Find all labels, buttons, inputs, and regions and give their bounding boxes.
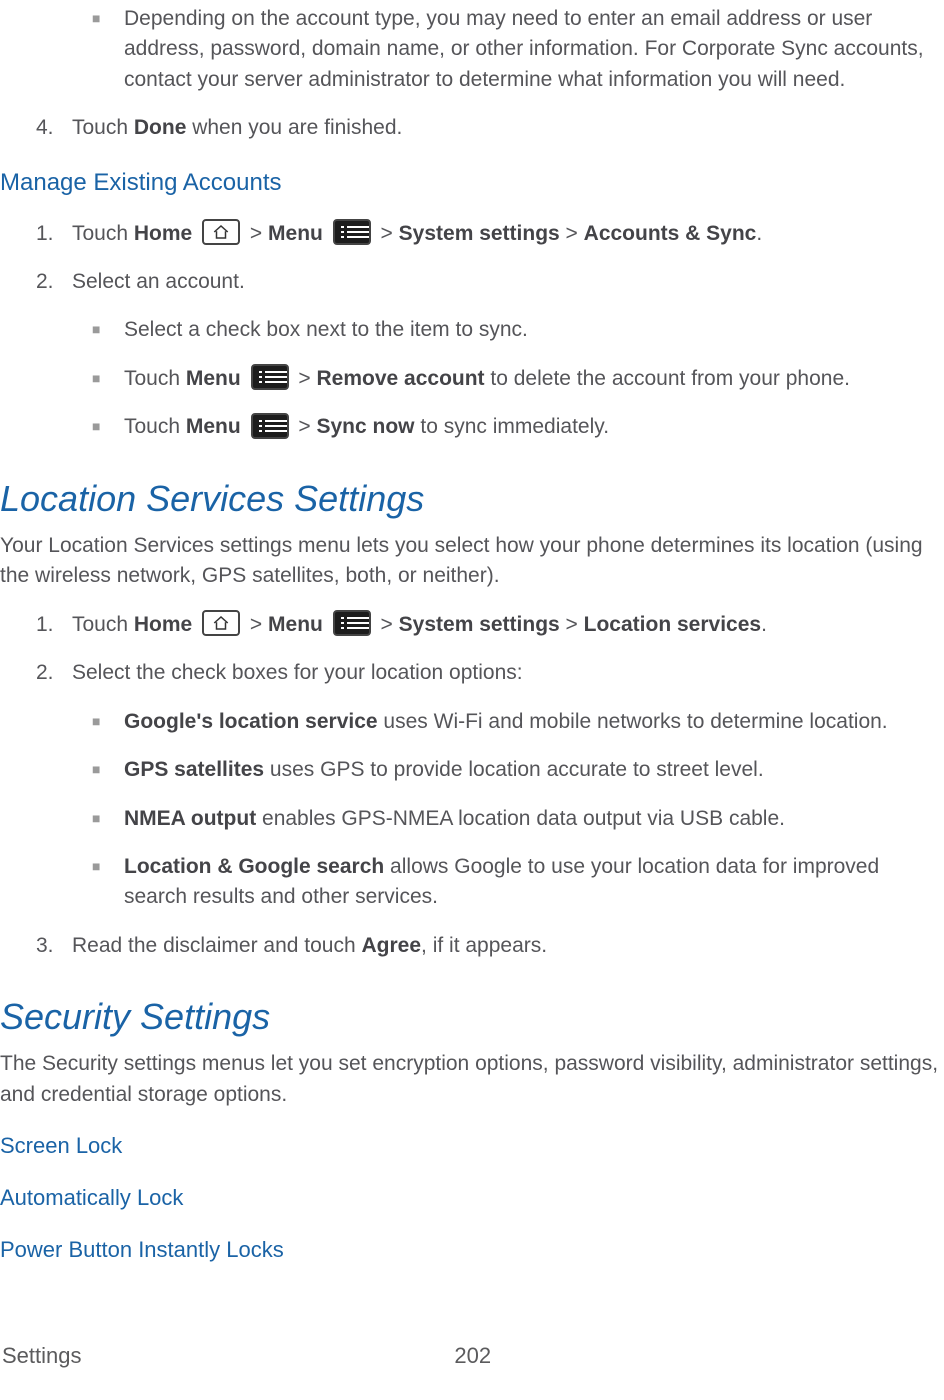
body-text: Touch Menu > Remove account to delete th… (106, 364, 944, 394)
link-screen-lock[interactable]: Screen Lock (0, 1130, 944, 1162)
body-text: Touch Menu > Sync now to sync immediatel… (106, 412, 944, 442)
bullet-icon: ■ (92, 315, 106, 343)
link-power-button-instantly-locks[interactable]: Power Button Instantly Locks (0, 1234, 944, 1266)
body-text: Your Location Services settings menu let… (0, 531, 944, 592)
bullet-icon: ■ (92, 755, 106, 783)
body-text: Select the check boxes for your location… (60, 658, 944, 688)
list-number: 1. (36, 610, 60, 640)
list-number: 1. (36, 219, 60, 249)
link-automatically-lock[interactable]: Automatically Lock (0, 1182, 944, 1214)
body-text: The Security settings menus let you set … (0, 1049, 944, 1110)
body-text: Touch Home > Menu > System settings > Ac… (60, 219, 944, 249)
footer-page-number: 202 (82, 1340, 865, 1372)
footer-section-name: Settings (0, 1340, 82, 1372)
bullet-icon: ■ (92, 412, 106, 440)
list-number: 2. (36, 267, 60, 297)
body-text: Touch Home > Menu > System settings > Lo… (60, 610, 944, 640)
body-text: Location & Google search allows Google t… (106, 852, 944, 913)
menu-icon (333, 610, 371, 636)
heading-manage-existing-accounts: Manage Existing Accounts (0, 166, 944, 201)
home-icon (202, 219, 240, 245)
home-icon (202, 610, 240, 636)
body-text: Google's location service uses Wi-Fi and… (106, 707, 944, 737)
heading-location-services-settings: Location Services Settings (0, 473, 944, 525)
body-text: NMEA output enables GPS-NMEA location da… (106, 804, 944, 834)
menu-icon (251, 413, 289, 439)
body-text: Select an account. (60, 267, 944, 297)
body-text: Touch Done when you are finished. (60, 113, 944, 143)
bullet-icon: ■ (92, 707, 106, 735)
bullet-icon: ■ (92, 804, 106, 832)
list-number: 2. (36, 658, 60, 688)
list-number: 4. (36, 113, 60, 143)
bullet-icon: ■ (92, 852, 106, 880)
bullet-icon: ■ (92, 4, 106, 32)
menu-icon (251, 364, 289, 390)
body-text: GPS satellites uses GPS to provide locat… (106, 755, 944, 785)
page-footer: Settings 202 (0, 1340, 944, 1372)
bullet-icon: ■ (92, 364, 106, 392)
body-text: Select a check box next to the item to s… (106, 315, 944, 345)
menu-icon (333, 219, 371, 245)
body-text: Read the disclaimer and touch Agree, if … (60, 931, 944, 961)
heading-security-settings: Security Settings (0, 991, 944, 1043)
body-text: Depending on the account type, you may n… (106, 4, 944, 95)
list-number: 3. (36, 931, 60, 961)
